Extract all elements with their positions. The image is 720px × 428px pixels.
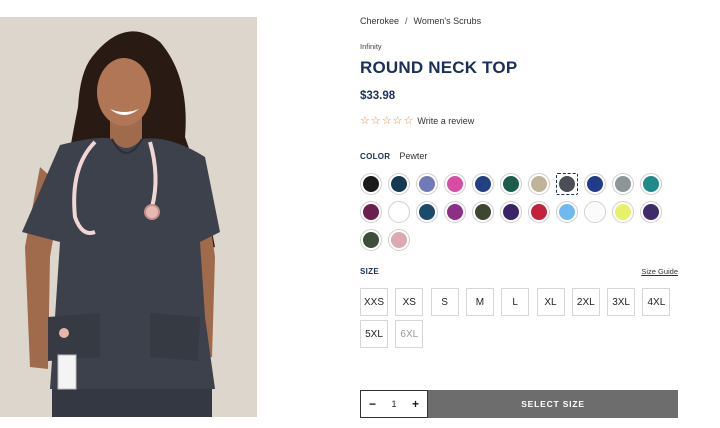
- size-option-2xl[interactable]: 2XL: [571, 288, 600, 316]
- breadcrumb-category[interactable]: Women's Scrubs: [414, 16, 482, 26]
- size-label: SIZE: [360, 267, 379, 276]
- color-swatch[interactable]: [584, 173, 606, 195]
- color-swatch[interactable]: [500, 201, 522, 223]
- size-option-4xl[interactable]: 4XL: [642, 288, 671, 316]
- product-price: $33.98: [360, 90, 396, 102]
- color-swatch[interactable]: [556, 201, 578, 223]
- color-swatch[interactable]: [612, 173, 634, 195]
- color-swatch[interactable]: [360, 229, 382, 251]
- color-swatch[interactable]: [556, 173, 578, 195]
- size-option-6xl[interactable]: 6XL: [395, 320, 424, 348]
- color-swatch[interactable]: [528, 201, 550, 223]
- breadcrumb: Cherokee / Women's Scrubs: [360, 16, 481, 26]
- size-option-xxs[interactable]: XXS: [360, 288, 388, 316]
- color-swatch[interactable]: [360, 173, 382, 195]
- color-swatch[interactable]: [444, 201, 466, 223]
- quantity-stepper: − 1 +: [360, 390, 428, 418]
- quantity-value[interactable]: 1: [391, 399, 396, 409]
- breadcrumb-brand[interactable]: Cherokee: [360, 16, 399, 26]
- quantity-increase-button[interactable]: +: [412, 398, 419, 410]
- size-option-s[interactable]: S: [430, 288, 459, 316]
- size-option-5xl[interactable]: 5XL: [360, 320, 388, 348]
- star-icon: ☆: [381, 114, 392, 127]
- color-swatch[interactable]: [528, 173, 550, 195]
- quantity-decrease-button[interactable]: −: [369, 398, 376, 410]
- rating: ☆ ☆ ☆ ☆ ☆ Write a review: [360, 115, 474, 127]
- breadcrumb-separator: /: [405, 16, 408, 26]
- star-icon: ☆: [403, 114, 414, 127]
- color-swatch[interactable]: [472, 173, 494, 195]
- color-swatch[interactable]: [472, 201, 494, 223]
- color-swatch[interactable]: [360, 201, 382, 223]
- selected-color-name: Pewter: [399, 151, 428, 161]
- size-option-xl[interactable]: XL: [536, 288, 565, 316]
- select-size-button[interactable]: SELECT SIZE: [428, 390, 678, 418]
- rating-stars: ☆ ☆ ☆ ☆ ☆: [360, 115, 413, 127]
- add-to-cart-row: − 1 + SELECT SIZE: [360, 390, 678, 418]
- write-review-link[interactable]: Write a review: [417, 116, 474, 126]
- product-image[interactable]: [0, 17, 257, 417]
- color-swatch[interactable]: [640, 173, 662, 195]
- color-header: COLOR Pewter: [360, 151, 427, 161]
- color-swatch[interactable]: [500, 173, 522, 195]
- color-swatch[interactable]: [388, 201, 410, 223]
- color-swatch[interactable]: [416, 173, 438, 195]
- star-icon: ☆: [360, 114, 370, 127]
- color-swatch[interactable]: [388, 173, 410, 195]
- size-option-l[interactable]: L: [501, 288, 530, 316]
- color-label: COLOR: [360, 152, 391, 161]
- color-swatch[interactable]: [388, 229, 410, 251]
- size-option-xs[interactable]: XS: [395, 288, 424, 316]
- color-swatch[interactable]: [584, 201, 606, 223]
- product-title: ROUND NECK TOP: [360, 58, 518, 77]
- size-option-3xl[interactable]: 3XL: [607, 288, 636, 316]
- color-swatch[interactable]: [640, 201, 662, 223]
- color-swatch[interactable]: [444, 173, 466, 195]
- color-swatch[interactable]: [416, 201, 438, 223]
- collection-name: Infinity: [360, 42, 382, 51]
- star-icon: ☆: [370, 114, 381, 127]
- size-header: SIZE Size Guide: [360, 267, 678, 276]
- product-details: Cherokee / Women's Scrubs Infinity ROUND…: [360, 0, 680, 428]
- star-icon: ☆: [392, 114, 403, 127]
- color-swatch[interactable]: [612, 201, 634, 223]
- size-guide-link[interactable]: Size Guide: [641, 267, 678, 276]
- size-option-m[interactable]: M: [465, 288, 494, 316]
